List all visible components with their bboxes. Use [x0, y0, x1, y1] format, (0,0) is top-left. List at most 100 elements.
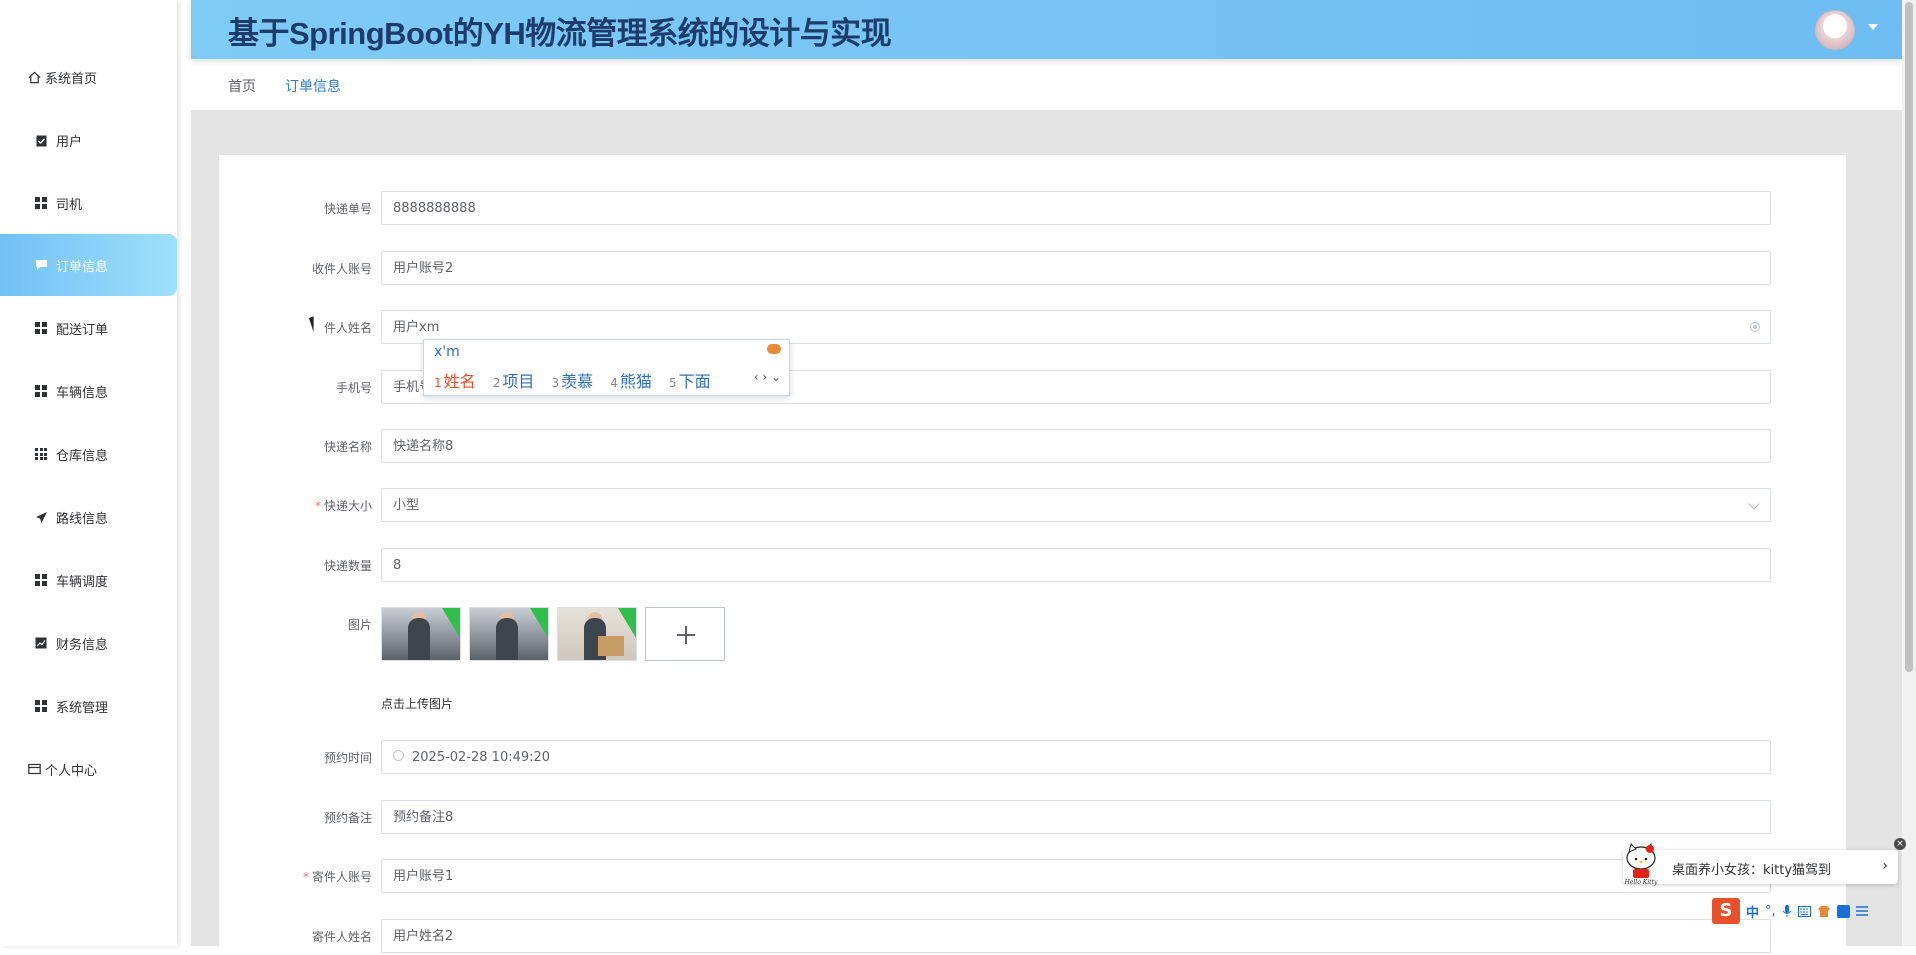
avatar[interactable] [1815, 10, 1855, 50]
required-mark: * [302, 870, 309, 884]
scrollbar-thumb[interactable] [1905, 2, 1913, 672]
receiver-name-label: 件人姓名 [323, 321, 372, 335]
sidebar-item-label: 车辆信息 [56, 385, 109, 401]
grid-icon [34, 384, 48, 398]
notice-brand: Hello Kitty [1624, 879, 1658, 886]
sidebar-item-home[interactable]: 系统首页 [0, 46, 177, 108]
sidebar: 系统首页 用户 司机 订单信息 配送订单 车辆信息 仓库信息 路线信息 车辆调度… [0, 0, 177, 946]
ime-candidate[interactable]: 5 下面 [669, 372, 711, 391]
chevron-down-icon [1748, 498, 1760, 510]
clock-icon [393, 750, 404, 761]
chevron-right-icon[interactable]: › [1882, 858, 1888, 874]
sidebar-item-label: 财务信息 [56, 637, 109, 653]
image-thumbnail[interactable] [469, 607, 549, 661]
sidebar-item-system[interactable]: 系统管理 [0, 675, 177, 737]
breadcrumb: 首页 订单信息 [191, 59, 1902, 111]
order-form: 快递单号 8888888888 收件人账号 用户账号2 件人姓名 用户xm 手机… [219, 155, 1846, 953]
express-size-value: 小型 [393, 498, 420, 513]
ime-mode-toggle[interactable]: 中 [1746, 902, 1759, 921]
booking-time-value: 2025-02-28 10:49:20 [412, 750, 551, 765]
sidebar-item-finance[interactable]: 财务信息 [0, 612, 177, 674]
ime-toolbar: S 中 °, [1712, 896, 1902, 926]
ime-candidate-number: 3 [551, 376, 560, 390]
sidebar-item-delivery-orders[interactable]: 配送订单 [0, 297, 177, 359]
sender-name-label: 寄件人姓名 [311, 930, 372, 944]
image-thumbnail[interactable] [381, 607, 461, 661]
express-no-label: 快递单号 [323, 202, 372, 216]
express-qty-label: 快递数量 [323, 559, 372, 573]
booking-note-input[interactable]: 预约备注8 [381, 800, 1771, 834]
microphone-icon[interactable] [1782, 904, 1792, 918]
booking-time-picker[interactable]: 2025-02-28 10:49:20 [381, 740, 1771, 774]
sidebar-item-routes[interactable]: 路线信息 [0, 486, 177, 548]
express-qty-input[interactable]: 8 [381, 548, 1771, 582]
sidebar-item-orders[interactable]: 订单信息 [0, 234, 177, 296]
sidebar-item-label: 个人中心 [45, 763, 98, 779]
page-title: 基于SpringBoot的YH物流管理系统的设计与实现 [228, 16, 892, 51]
page-scrollbar[interactable] [1902, 0, 1916, 946]
keyboard-icon[interactable] [1797, 905, 1811, 917]
grid-icon [34, 573, 48, 587]
ime-candidate-text: 下面 [678, 372, 711, 391]
ime-candidate-number: 1 [434, 376, 442, 390]
sidebar-item-label: 司机 [56, 197, 83, 213]
chevron-down-icon[interactable] [1868, 24, 1878, 30]
ime-candidate[interactable]: 3 羡慕 [552, 372, 594, 391]
phone-label: 手机号 [335, 381, 372, 395]
ime-logo-icon [767, 344, 781, 354]
express-no-input[interactable]: 8888888888 [381, 191, 1771, 225]
sidebar-item-vehicles[interactable]: 车辆信息 [0, 360, 177, 422]
images-label: 图片 [347, 618, 372, 632]
ime-candidate-text: 熊猫 [619, 372, 652, 391]
toolbox-icon[interactable] [1836, 904, 1850, 918]
ime-candidate[interactable]: 4 熊猫 [610, 372, 652, 391]
sidebar-item-drivers[interactable]: 司机 [0, 172, 177, 234]
ime-candidate-number: 2 [492, 376, 501, 390]
ime-candidate-number: 5 [669, 376, 677, 390]
ime-candidate-text: 项目 [502, 372, 535, 391]
ime-candidate[interactable]: 1 姓名 [434, 372, 476, 391]
clipboard-icon [34, 133, 48, 147]
punctuation-toggle[interactable]: °, [1765, 904, 1776, 919]
sogou-logo-icon[interactable]: S [1712, 898, 1740, 924]
top-header: 基于SpringBoot的YH物流管理系统的设计与实现 [191, 0, 1902, 59]
sidebar-item-label: 车辆调度 [56, 574, 109, 590]
express-size-select[interactable]: 小型 [381, 488, 1771, 522]
sender-account-input[interactable]: 用户账号1 [381, 859, 1771, 893]
express-name-label: 快递名称 [323, 440, 372, 454]
chat-icon [34, 258, 48, 272]
sidebar-item-users[interactable]: 用户 [0, 109, 177, 171]
home-icon [27, 70, 41, 84]
ime-candidate-text: 姓名 [443, 372, 476, 391]
sender-name-input[interactable]: 用户姓名2 [381, 919, 1771, 953]
close-icon[interactable]: × [1894, 838, 1906, 850]
sidebar-item-warehouse[interactable]: 仓库信息 [0, 423, 177, 485]
sender-account-label-text: 寄件人账号 [311, 870, 372, 884]
sidebar-item-label: 系统管理 [56, 700, 109, 716]
sidebar-item-label: 配送订单 [56, 322, 109, 338]
breadcrumb-home[interactable]: 首页 [228, 76, 256, 96]
skin-icon[interactable] [1817, 905, 1831, 918]
express-size-label-text: 快递大小 [323, 499, 372, 513]
ime-pager[interactable]: ‹ › ⌄ [754, 370, 781, 384]
clear-icon[interactable] [1750, 322, 1760, 332]
required-mark: * [314, 499, 321, 513]
desktop-notification[interactable]: Hello Kitty 桌面养小女孩：kitty猫驾到 › × [1623, 838, 1906, 886]
upload-button[interactable] [645, 607, 725, 661]
sender-account-label: * 寄件人账号 [279, 859, 372, 895]
ime-candidate-number: 4 [610, 376, 618, 390]
upload-hint: 点击上传图片 [381, 697, 454, 711]
image-thumbnail[interactable] [557, 607, 637, 661]
ime-candidate-window: x'm 1 姓名 2 项目 3 羡慕 4 熊猫 5 下面 ‹ › ⌄ [423, 339, 790, 396]
sidebar-item-dispatch[interactable]: 车辆调度 [0, 549, 177, 611]
menu-icon[interactable] [1855, 906, 1868, 916]
sidebar-item-label: 订单信息 [56, 259, 109, 275]
ime-candidate[interactable]: 2 项目 [493, 372, 535, 391]
sidebar-item-profile[interactable]: 个人中心 [0, 738, 177, 800]
receiver-name-value: 用户xm [393, 320, 440, 335]
booking-time-label: 预约时间 [323, 751, 372, 765]
receiver-account-input[interactable]: 用户账号2 [381, 251, 1771, 285]
chart-icon [34, 636, 48, 650]
send-icon [34, 510, 48, 524]
express-name-input[interactable]: 快递名称8 [381, 429, 1771, 463]
